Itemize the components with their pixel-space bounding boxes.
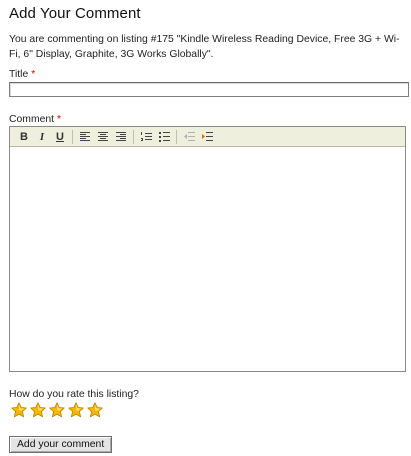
underline-button[interactable]: U bbox=[52, 129, 68, 145]
italic-button[interactable]: I bbox=[34, 129, 50, 145]
comment-textarea[interactable] bbox=[10, 147, 405, 371]
ordered-list-button[interactable] bbox=[138, 129, 154, 145]
rating-question: How do you rate this listing? bbox=[9, 389, 139, 400]
outdent-icon bbox=[183, 132, 195, 141]
toolbar-divider bbox=[133, 129, 134, 144]
unordered-list-button[interactable] bbox=[156, 129, 172, 145]
editor-toolbar: B I U bbox=[10, 127, 405, 147]
title-input[interactable] bbox=[9, 82, 409, 97]
star-icon[interactable] bbox=[11, 402, 27, 418]
star-icon[interactable] bbox=[49, 402, 65, 418]
page-title: Add Your Comment bbox=[9, 5, 141, 22]
required-marker: * bbox=[57, 114, 62, 125]
align-center-icon bbox=[98, 132, 108, 141]
title-label: Title * bbox=[9, 69, 35, 80]
align-left-button[interactable] bbox=[77, 129, 93, 145]
comment-label: Comment * bbox=[9, 114, 61, 125]
title-label-text: Title bbox=[9, 69, 29, 80]
ordered-list-icon bbox=[140, 131, 152, 141]
bold-button[interactable]: B bbox=[16, 129, 32, 145]
align-left-icon bbox=[80, 132, 90, 141]
toolbar-divider bbox=[72, 129, 73, 144]
star-icon[interactable] bbox=[68, 402, 84, 418]
toolbar-divider bbox=[176, 129, 177, 144]
indent-icon bbox=[201, 132, 213, 141]
outdent-button[interactable] bbox=[181, 129, 197, 145]
comment-label-text: Comment bbox=[9, 114, 55, 125]
star-icon[interactable] bbox=[30, 402, 46, 418]
align-right-icon bbox=[116, 132, 126, 141]
unordered-list-icon bbox=[158, 131, 170, 142]
indent-button[interactable] bbox=[199, 129, 215, 145]
required-marker: * bbox=[31, 69, 36, 80]
intro-text: You are commenting on listing #175 "Kind… bbox=[9, 34, 400, 60]
comment-editor: B I U bbox=[9, 126, 406, 372]
star-icon[interactable] bbox=[87, 402, 103, 418]
align-right-button[interactable] bbox=[113, 129, 129, 145]
align-center-button[interactable] bbox=[95, 129, 111, 145]
add-comment-button[interactable]: Add your comment bbox=[9, 436, 113, 453]
rating-stars bbox=[11, 402, 106, 418]
